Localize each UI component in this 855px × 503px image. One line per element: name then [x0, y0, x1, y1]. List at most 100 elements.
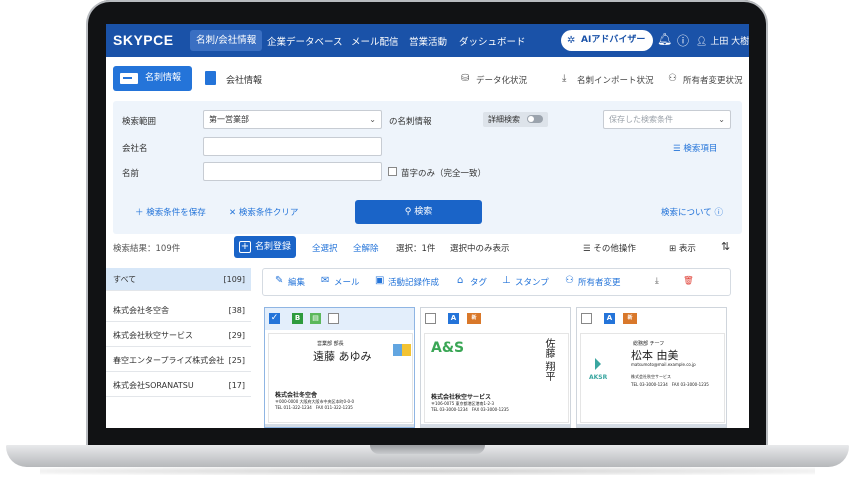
activity-record-button[interactable]: ▣ 活動記録作成: [375, 275, 439, 288]
scope-suffix: の名刺情報: [389, 117, 432, 127]
ai-advisor-button[interactable]: ✲ AIアドバイザー: [561, 30, 653, 51]
owner-icon: ⚇: [668, 73, 677, 84]
ai-advisor-label: AIアドバイザー: [581, 35, 646, 45]
business-card-item[interactable]: A 新 A&S 佐藤 翔平 株式会社秋空サービス 〒106-0075 東京都港区…: [420, 307, 571, 428]
detail-search-toggle[interactable]: 詳細検索: [483, 112, 548, 127]
mail-label: メール: [334, 278, 360, 288]
pencil-icon: ✎: [275, 275, 284, 286]
nav-item-dashboard[interactable]: ダッシュボード: [459, 34, 526, 48]
card-phone: TEL 03-3000-1234 FAX 03-3000-1235: [631, 382, 709, 387]
laptop-notch: [370, 445, 485, 454]
tag-button[interactable]: ⌂ タグ: [457, 275, 488, 288]
search-icon: ⚲: [404, 207, 415, 217]
sparkle-icon: ✲: [567, 35, 576, 46]
sidebar-item-company[interactable]: 株式会社秋空サービス [29]: [106, 324, 251, 347]
nav-item-company-db[interactable]: 企業データベース: [267, 34, 343, 48]
plus-icon: ＋: [135, 208, 147, 218]
scope-value: 第一営業部: [209, 115, 249, 124]
register-card-button[interactable]: + 名刺登録: [234, 236, 296, 258]
card-person-name: 松本 由美: [631, 349, 679, 362]
chevron-down-icon: ⌄: [718, 115, 725, 124]
nav-item-cards[interactable]: 名刺/会社情報: [190, 30, 263, 51]
sidebar-item-count: [109]: [223, 275, 245, 284]
other-operations-menu[interactable]: ☰ その他操作: [583, 242, 636, 254]
user-menu[interactable]: 👤︎ 上田 大樹 ⌄: [696, 34, 749, 47]
sidebar-item-label: 株式会社秋空サービス: [113, 331, 193, 340]
mail-button[interactable]: ✉ メール: [321, 275, 360, 288]
download-icon[interactable]: ⤓: [655, 276, 659, 286]
business-card-item[interactable]: ✓ B ▤ 営業部 部長 遠藤 あゆみ 株式会社冬空舎 〒000-0000 大阪…: [264, 307, 415, 428]
sidebar-item-company[interactable]: 春空エンタープライズ株式会社 [25]: [106, 349, 251, 372]
card-job-title: 総務部 チーフ: [633, 341, 665, 347]
display-menu[interactable]: ⊞ 表示: [669, 242, 696, 254]
company-logo-icon: [595, 358, 601, 370]
result-count: 検索結果：109件: [113, 244, 181, 254]
plus-icon: +: [239, 241, 251, 253]
card-header: A 新: [421, 308, 570, 330]
app-screen: SKYPCE 名刺/会社情報 企業データベース メール配信 営業活動 ダッシュボ…: [106, 24, 749, 428]
bell-icon[interactable]: 🔔︎: [657, 32, 672, 46]
owner-icon: ⚇: [565, 275, 574, 286]
scope-select[interactable]: 第一営業部 ⌄: [203, 110, 382, 129]
about-search-link[interactable]: 検索について ⓘ: [661, 206, 723, 218]
stamp-icon: ⊥: [502, 275, 511, 286]
tab-card-info[interactable]: 名刺情報: [113, 66, 192, 91]
nav-item-sales[interactable]: 営業活動: [409, 34, 447, 48]
toggle-switch-icon: [527, 115, 543, 123]
business-card-item[interactable]: A 新 AKSR 総務部 チーフ 松本 由美 matsumoto@mail.ex…: [576, 307, 727, 428]
card-checkbox[interactable]: [425, 313, 436, 324]
sidebar-item-company[interactable]: 株式会社SORANATSU [17]: [106, 374, 251, 397]
card-email: matsumoto@mail.example.co.jp: [631, 362, 696, 367]
name-input[interactable]: [203, 162, 382, 181]
card-footer: [265, 424, 414, 427]
card-flag-box: [328, 313, 339, 324]
tab-company-info[interactable]: 会社情報: [205, 71, 262, 86]
select-all-link[interactable]: 全選択: [312, 242, 338, 254]
search-panel: 検索範囲 第一営業部 ⌄ の名刺情報 詳細検索 保存した検索条件 ⌄ 会社名 ☰…: [113, 101, 742, 234]
surname-only-checkbox[interactable]: [388, 167, 397, 176]
card-action-toolbar: ✎ 編集 ✉ メール ▣ 活動記録作成 ⌂ タグ ⊥ スタンプ ⚇ 所有者変更 ⤓ 🗑︎: [262, 268, 731, 296]
import-status-link[interactable]: ⤓ 名刺インポート状況: [562, 73, 654, 86]
database-icon: ⛁: [461, 73, 470, 84]
a-tag-icon: A: [604, 313, 615, 324]
owner-change-button[interactable]: ⚇ 所有者変更: [565, 275, 621, 288]
sidebar-item-label: 株式会社SORANATSU: [113, 381, 194, 390]
search-fields-link[interactable]: ☰ 検索項目: [673, 142, 717, 154]
save-conditions-link[interactable]: ＋ 検索条件を保存: [135, 206, 206, 218]
card-company: 株式会社秋空サービス: [431, 394, 492, 401]
nav-item-mail[interactable]: メール配信: [351, 34, 399, 48]
card-icon: [120, 73, 138, 84]
card-footer: [577, 424, 726, 427]
sort-icon[interactable]: ⇅: [721, 240, 730, 253]
user-name: 上田 大樹: [710, 37, 749, 47]
laptop-shadow: [40, 467, 815, 475]
saved-conditions-select[interactable]: 保存した検索条件 ⌄: [603, 110, 731, 129]
deselect-all-link[interactable]: 全解除: [353, 242, 379, 254]
owner-change-status-link[interactable]: ⚇ 所有者変更状況: [668, 73, 743, 86]
stamp-button[interactable]: ⊥ スタンプ: [502, 275, 549, 288]
selected-count: 選択：1件: [396, 244, 436, 254]
edit-button[interactable]: ✎ 編集: [275, 275, 305, 288]
data-status-link[interactable]: ⛁ データ化状況: [461, 73, 527, 86]
info-icon: ⓘ: [711, 208, 723, 218]
clear-conditions-link[interactable]: ✕ 検索条件クリア: [229, 206, 298, 218]
app-logo[interactable]: SKYPCE: [113, 32, 174, 48]
register-card-label: 名刺登録: [255, 242, 292, 252]
top-navigation: SKYPCE 名刺/会社情報 企業データベース メール配信 営業活動 ダッシュボ…: [106, 24, 749, 57]
other-operations-label: その他操作: [593, 244, 636, 254]
company-name-input[interactable]: [203, 137, 382, 156]
tag-label: タグ: [470, 278, 488, 288]
sidebar-item-company[interactable]: 株式会社冬空舎 [38]: [106, 299, 251, 322]
trash-icon[interactable]: 🗑︎: [683, 276, 694, 286]
company-name-label: 会社名: [122, 144, 148, 154]
card-checkbox[interactable]: ✓: [269, 313, 280, 324]
import-icon: ⤓: [562, 73, 567, 84]
results-toolbar: 検索結果：109件 + 名刺登録 全選択 全解除 選択：1件 選択中のみ表示 ☰…: [106, 235, 749, 263]
card-checkbox[interactable]: [581, 313, 592, 324]
stamp-label: スタンプ: [515, 278, 549, 288]
search-button[interactable]: ⚲ 検索: [355, 200, 482, 224]
help-icon[interactable]: ⓘ: [677, 32, 689, 49]
card-job-title: 営業部 部長: [317, 341, 344, 347]
owner-change-status-label: 所有者変更状況: [683, 76, 743, 86]
sidebar-item-all[interactable]: すべて [109]: [106, 268, 251, 291]
